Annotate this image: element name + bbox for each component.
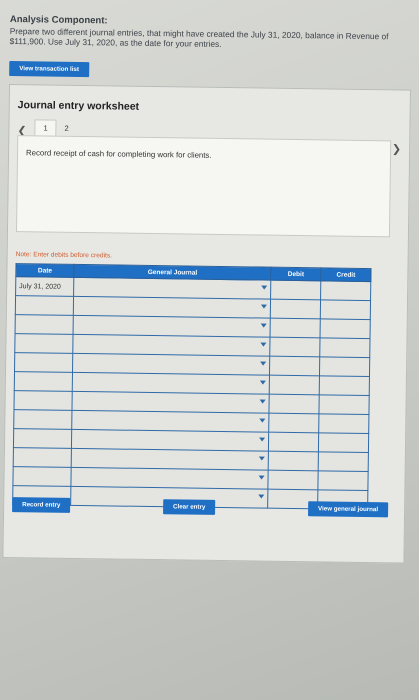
date-cell[interactable] <box>13 447 72 468</box>
dropdown-arrow-icon[interactable] <box>260 361 267 366</box>
chevron-right-icon[interactable]: ❯ <box>392 142 401 155</box>
view-general-journal-button[interactable]: View general journal <box>307 501 389 518</box>
dropdown-arrow-icon[interactable] <box>258 456 265 461</box>
date-cell[interactable] <box>15 314 74 335</box>
dropdown-arrow-icon[interactable] <box>258 475 265 480</box>
dropdown-arrow-icon[interactable] <box>260 304 267 309</box>
credit-input[interactable] <box>320 318 371 339</box>
dropdown-arrow-icon[interactable] <box>259 380 266 385</box>
credit-input[interactable] <box>318 394 370 415</box>
credit-input[interactable] <box>318 451 369 472</box>
record-entry-button[interactable]: Record entry <box>12 497 71 513</box>
credit-input[interactable] <box>317 470 369 491</box>
dropdown-arrow-icon[interactable] <box>260 323 267 328</box>
dropdown-arrow-icon[interactable] <box>261 285 268 290</box>
debits-credits-note: Note: Enter debits before credits. <box>15 251 113 260</box>
journal-table: Date General Journal Debit Credit July 3… <box>12 263 372 511</box>
date-cell[interactable] <box>15 295 74 316</box>
credit-input[interactable] <box>320 280 371 301</box>
dropdown-arrow-icon[interactable] <box>259 418 266 423</box>
dropdown-arrow-icon[interactable] <box>259 399 266 404</box>
debit-input[interactable] <box>269 337 321 357</box>
debit-input[interactable] <box>270 280 321 300</box>
date-cell[interactable] <box>14 333 74 354</box>
credit-input[interactable] <box>319 337 371 358</box>
date-cell[interactable] <box>13 409 73 430</box>
debit-input[interactable] <box>269 356 320 376</box>
clear-entry-button[interactable]: Clear entry <box>162 499 216 515</box>
dropdown-arrow-icon[interactable] <box>260 342 267 347</box>
credit-input[interactable] <box>320 299 371 320</box>
debit-input[interactable] <box>270 318 321 338</box>
date-cell[interactable] <box>14 352 73 373</box>
debit-input[interactable] <box>268 432 319 452</box>
dropdown-arrow-icon[interactable] <box>258 494 265 499</box>
date-cell[interactable] <box>12 466 72 487</box>
debit-input[interactable] <box>268 394 320 414</box>
date-cell[interactable] <box>13 428 72 449</box>
date-cell[interactable]: July 31, 2020 <box>15 276 74 297</box>
credit-input[interactable] <box>319 375 370 396</box>
debit-input[interactable] <box>267 470 319 490</box>
debit-input[interactable] <box>268 413 319 433</box>
column-header-date: Date <box>15 263 75 278</box>
debit-input[interactable] <box>268 451 319 471</box>
dropdown-arrow-icon[interactable] <box>259 437 266 442</box>
worksheet-title: Journal entry worksheet <box>17 99 140 113</box>
debit-input[interactable] <box>270 299 321 319</box>
instructions-text: Prepare two different journal entries, t… <box>9 25 389 49</box>
page-content: Analysis Component: Prepare two differen… <box>2 14 412 564</box>
journal-entry-worksheet-panel: Journal entry worksheet ❮ 1 2 ❯ Record r… <box>2 83 411 564</box>
date-cell[interactable] <box>13 390 73 411</box>
column-header-debit: Debit <box>270 267 321 281</box>
credit-input[interactable] <box>318 413 369 434</box>
view-transaction-list-button[interactable]: View transaction list <box>9 60 90 78</box>
column-header-credit: Credit <box>320 267 371 282</box>
debit-input[interactable] <box>269 375 320 395</box>
entry-description: Record receipt of cash for completing wo… <box>26 148 212 160</box>
credit-input[interactable] <box>319 356 370 377</box>
date-cell[interactable] <box>14 371 73 392</box>
entry-description-box: Record receipt of cash for completing wo… <box>15 135 392 238</box>
credit-input[interactable] <box>318 432 369 453</box>
